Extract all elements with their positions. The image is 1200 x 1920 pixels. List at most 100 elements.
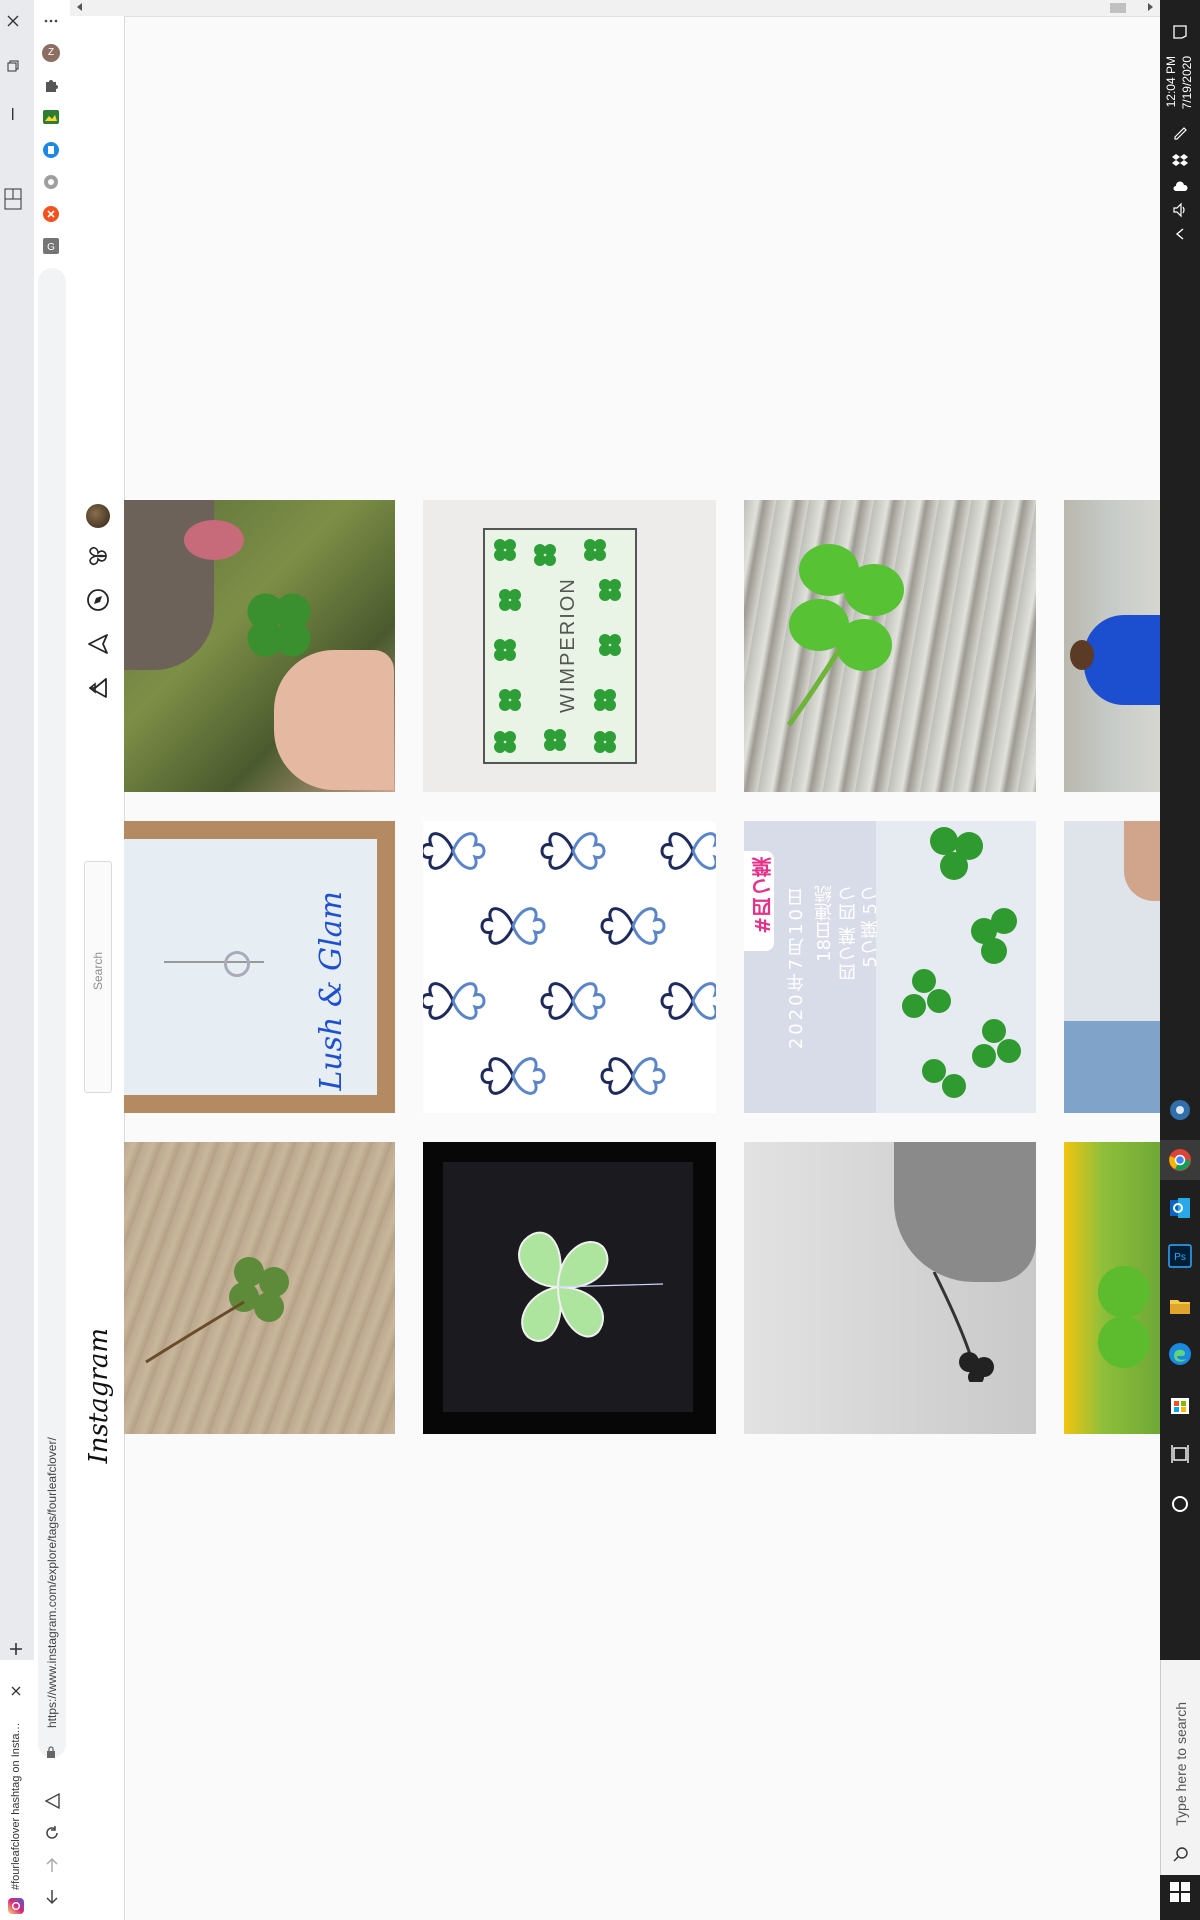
extensions-puzzle-icon[interactable] [43,77,59,93]
extension-gray-circle-icon[interactable] [43,174,59,190]
post-thumbnail-clover-table[interactable] [124,1142,395,1434]
instagram-logo[interactable]: Instagram [84,1328,114,1464]
search-icon [1173,1846,1189,1862]
taskbar-search-box[interactable]: Type here to search [1160,1660,1200,1875]
settings-gear-app-icon[interactable] [1168,1098,1192,1122]
caption-line-4: 5つ葉 5つ [860,885,881,968]
post-thumbnail-lush-glam[interactable]: Lush & Glam [124,821,395,1113]
clover-icon [503,1212,663,1362]
profile-avatar[interactable]: Z [42,44,60,62]
close-window-icon[interactable] [6,14,20,28]
address-bar[interactable]: https://www.instagram.com/explore/tags/f… [38,268,66,1758]
reload-icon[interactable] [43,1824,61,1842]
clover-icon [774,530,924,730]
taskbar-search-placeholder: Type here to search [1173,1702,1189,1826]
forward-icon[interactable] [43,1856,61,1874]
post-thumbnail-blue-clover-pattern[interactable] [423,821,716,1113]
post-thumbnail-drawn-clover[interactable] [423,1142,716,1434]
taskbar-time[interactable]: 12:04 PM [1164,56,1178,107]
explore-compass-icon[interactable] [86,588,110,612]
tab-title: #fourleafclover hashtag on Insta… [10,1722,22,1890]
blue-clover-pattern-icon [423,832,716,1095]
action-center-icon[interactable] [1172,24,1188,40]
task-view-icon[interactable] [1170,1444,1190,1464]
post-thumbnail-hand-clover[interactable] [744,1142,1036,1434]
windows-taskbar: 12:04 PM 7/19/2020 Ps [1160,0,1200,1920]
new-tab-icon[interactable] [9,1642,23,1656]
post-thumbnail-yotsuba[interactable]: #四つ葉 2020年7月10日 18日連続 四つ葉 四つ 5つ葉 5つ [744,821,1036,1113]
extension-image-icon[interactable] [43,110,59,124]
hand-shape [274,650,394,790]
clover-icon [1084,1252,1160,1382]
sidebar-panel-icon[interactable] [4,188,22,210]
close-tab-icon[interactable] [11,1686,21,1696]
hashtag-text: #四つ葉 [751,857,775,934]
active-tab[interactable]: #fourleafclover hashtag on Insta… [0,1660,34,1920]
lush-glam-text: Lush & Glam [314,891,349,1091]
file-explorer-app-icon[interactable] [1168,1294,1192,1318]
person-head-shape [1070,640,1094,670]
taskbar-date[interactable]: 7/19/2020 [1180,56,1194,109]
extension-g-icon[interactable]: G [43,238,59,254]
scroll-right-arrow-icon[interactable] [1146,3,1154,11]
post-thumbnail-person-blue[interactable] [1064,500,1160,792]
svg-text:Ps: Ps [1174,1252,1186,1263]
chrome-app-icon[interactable] [1168,1148,1192,1172]
caption-line-2: 18日連続 [814,885,835,962]
clover-icon [924,1272,1004,1382]
pen-icon[interactable] [1172,124,1188,140]
arm-shape [1124,821,1160,901]
post-thumbnail-dog-clover[interactable] [124,500,395,792]
post-thumbnail-clover-wood[interactable] [744,500,1036,792]
outlook-app-icon[interactable] [1168,1196,1192,1220]
caption-line-1: 2020年7月10日 [786,885,807,1050]
profile-avatar-ig[interactable] [86,504,110,528]
wimperion-card: WIMPERION [483,528,637,764]
instagram-nav: Instagram Search [70,16,125,1920]
home-icon[interactable] [43,1792,61,1810]
dog-tongue-shape [184,520,244,560]
windows-start-icon[interactable] [1170,1882,1190,1902]
horizontal-scrollbar[interactable] [70,0,1160,17]
home-nav-icon[interactable] [86,676,110,700]
onedrive-cloud-icon[interactable] [1172,178,1188,194]
scrollbar-thumb[interactable] [1110,3,1126,13]
clover-icon [134,1242,304,1372]
activity-heart-icon[interactable] [86,544,110,568]
clover-cluster-icon [884,821,1034,1113]
instagram-favicon-icon [8,1898,24,1914]
search-input[interactable]: Search [84,861,112,1093]
cortana-circle-icon[interactable] [1170,1494,1190,1514]
post-thumbnail-wimperion[interactable]: WIMPERION [423,500,716,792]
minimize-window-icon[interactable] [12,108,14,120]
post-thumbnail-shirt[interactable] [1064,821,1160,1113]
edge-app-icon[interactable] [1168,1342,1192,1366]
show-hidden-icons-chevron-icon[interactable] [1172,226,1188,242]
microsoft-store-app-icon[interactable] [1168,1392,1192,1416]
browser-toolbar: Z G https://www.instagram.com/explore/ta… [34,0,71,1920]
back-icon[interactable] [43,1888,61,1906]
volume-icon[interactable] [1172,202,1188,218]
photoshop-app-icon[interactable]: Ps [1168,1244,1192,1268]
pendant-shape [224,951,250,977]
direct-message-icon[interactable] [86,632,110,656]
hashtag-badge: #四つ葉 [744,851,775,951]
scroll-left-arrow-icon[interactable] [76,3,84,11]
tab-strip: #fourleafclover hashtag on Insta… [0,0,34,1920]
dropbox-icon[interactable] [1172,152,1188,168]
wimperion-text: WIMPERION [557,577,579,713]
profile-initial: Z [47,47,55,58]
clover-icon [234,580,324,670]
post-thumbnail-clover-yellow[interactable] [1064,1142,1160,1434]
extension-blue-icon[interactable] [43,142,59,158]
person-shirt-shape [1084,615,1160,705]
restore-window-icon[interactable] [7,60,19,72]
jeans-area [1064,1021,1160,1113]
more-options-icon[interactable] [44,14,58,28]
search-placeholder: Search [91,952,105,991]
url-text: https://www.instagram.com/explore/tags/f… [45,1437,59,1728]
extension-orange-icon[interactable] [43,206,59,222]
svg-text:G: G [47,242,55,253]
lock-icon [46,1746,56,1758]
hand-shape [894,1142,1036,1282]
